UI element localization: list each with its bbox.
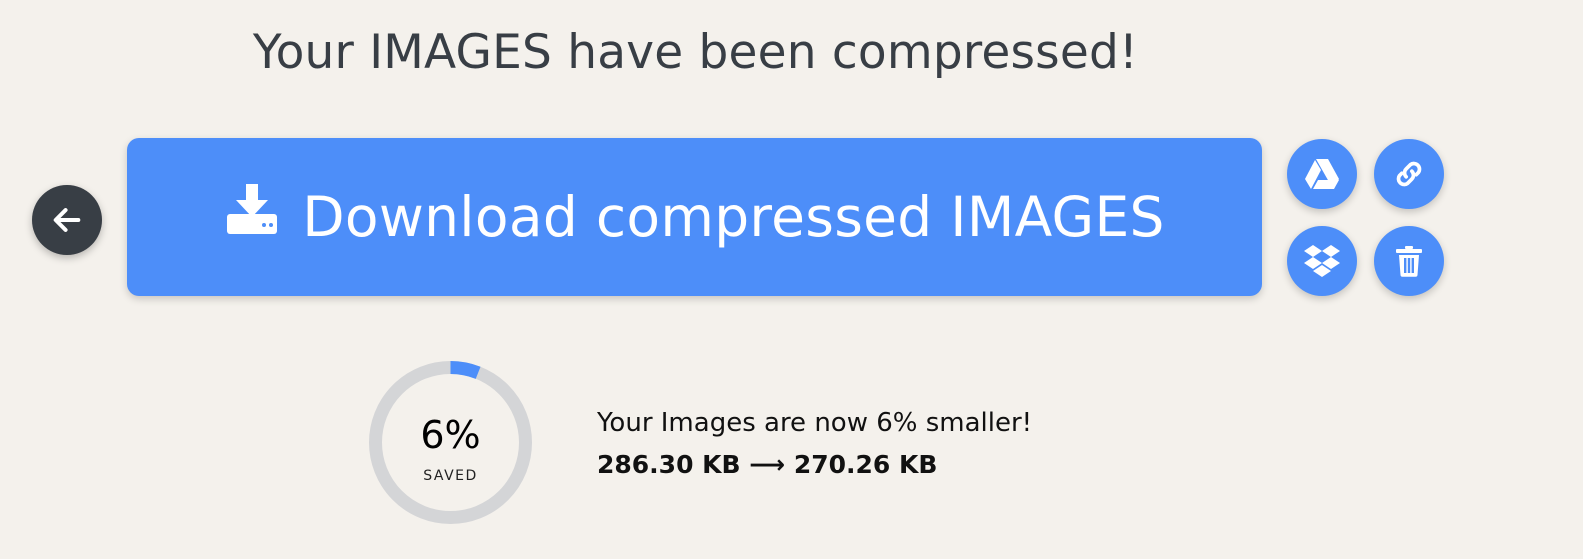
savings-progress-ring: 6% SAVED bbox=[368, 360, 533, 525]
saved-label: SAVED bbox=[423, 468, 478, 484]
download-button-label: Download compressed IMAGES bbox=[302, 185, 1165, 249]
delete-button[interactable] bbox=[1374, 226, 1444, 296]
download-button[interactable]: Download compressed IMAGES bbox=[127, 138, 1262, 296]
link-icon bbox=[1396, 161, 1422, 187]
size-comparison: 286.30 KB ⟶ 270.26 KB bbox=[597, 450, 938, 479]
compression-summary: Your Images are now 6% smaller! bbox=[597, 408, 1033, 438]
dropbox-icon bbox=[1304, 245, 1340, 277]
page-title: Your IMAGES have been compressed! bbox=[252, 25, 1139, 80]
percent-saved-value: 6% bbox=[420, 413, 481, 457]
back-button[interactable] bbox=[32, 185, 102, 255]
arrow-left-icon bbox=[53, 208, 81, 232]
google-drive-icon bbox=[1305, 159, 1339, 189]
google-drive-button[interactable] bbox=[1287, 139, 1357, 209]
dropbox-button[interactable] bbox=[1287, 226, 1357, 296]
copy-link-button[interactable] bbox=[1374, 139, 1444, 209]
trash-icon bbox=[1396, 246, 1422, 277]
download-icon bbox=[224, 182, 280, 238]
